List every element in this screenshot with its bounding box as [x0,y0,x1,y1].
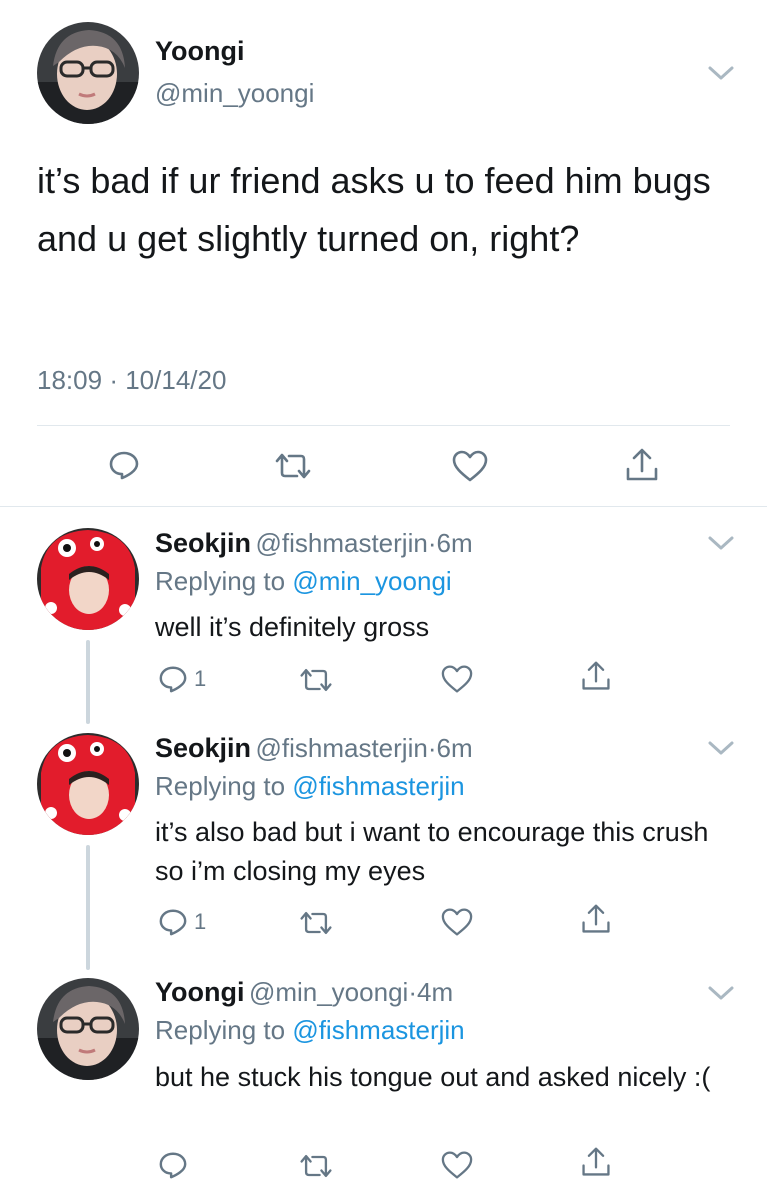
chevron-down-icon[interactable] [707,64,735,82]
retweet-button[interactable] [298,1152,334,1180]
tweet-text: it’s bad if ur friend asks u to feed him… [37,160,711,259]
like-button[interactable] [451,449,489,483]
reply-button[interactable] [108,449,140,481]
section-divider [0,506,767,507]
replying-to-link[interactable]: @fishmasterjin [292,1015,464,1045]
reply-author-handle[interactable]: @fishmasterjin [255,733,427,763]
like-icon [441,1151,473,1179]
author-avatar[interactable] [37,22,139,124]
share-button[interactable] [580,660,612,692]
reply-icon [159,909,187,936]
thread-line [86,845,90,970]
replying-to: Replying to @min_yoongi [155,566,452,597]
share-icon [582,661,610,690]
reply-icon [109,451,139,480]
replying-to-link[interactable]: @min_yoongi [292,566,451,596]
reply-time[interactable]: 6m [436,528,472,558]
tweet-date: 10/14/20 [125,365,227,395]
retweet-button[interactable] [298,666,334,694]
reply-avatar[interactable] [37,978,139,1080]
chevron-down-icon[interactable] [707,984,735,1002]
chevron-down-icon[interactable] [707,534,735,552]
reply-header: Seokjin @fishmasterjin·6m [155,733,473,764]
reply-time[interactable]: 4m [417,977,453,1007]
like-icon [452,450,488,482]
reply-count: 1 [194,909,207,934]
replying-to-link[interactable]: @fishmasterjin [292,771,464,801]
tweet-time: 18:09 [37,365,103,395]
like-icon [441,665,473,693]
share-button[interactable] [624,447,660,483]
like-icon [441,908,473,936]
reply-button[interactable]: 1 [158,907,206,937]
reply-text: but he stuck his tongue out and asked ni… [155,1062,711,1092]
replying-prefix: Replying to [155,566,286,596]
reply-text: it’s also bad but i want to encourage th… [155,817,709,886]
share-button[interactable] [580,903,612,935]
reply-time[interactable]: 6m [436,733,472,763]
share-button[interactable] [580,1146,612,1178]
retweet-icon [300,668,332,692]
chevron-down-icon[interactable] [707,739,735,757]
reply-author-name[interactable]: Seokjin [155,733,251,763]
retweet-button[interactable] [298,909,334,937]
meta-separator: · [109,365,118,395]
like-button[interactable] [440,1150,474,1180]
divider [37,425,730,426]
reply-author-name[interactable]: Seokjin [155,528,251,558]
like-button[interactable] [440,664,474,694]
thread-line [86,640,90,724]
replying-to: Replying to @fishmasterjin [155,1015,465,1046]
like-button[interactable] [440,907,474,937]
tweet-timestamp[interactable]: 18:09 · 10/14/20 [37,365,226,396]
replying-prefix: Replying to [155,771,286,801]
author-name[interactable]: Yoongi [155,36,244,67]
reply-button[interactable] [158,1150,188,1180]
reply-avatar[interactable] [37,733,139,835]
retweet-icon [300,1154,332,1178]
share-icon [582,904,610,933]
reply-text: well it’s definitely gross [155,612,430,642]
reply-author-handle[interactable]: @fishmasterjin [255,528,427,558]
reply-author-handle[interactable]: @min_yoongi [249,977,408,1007]
share-icon [582,1147,610,1176]
retweet-button[interactable] [273,451,313,481]
reply-avatar[interactable] [37,528,139,630]
author-handle[interactable]: @min_yoongi [155,78,314,109]
reply-count: 1 [194,666,207,691]
meta-separator: · [408,977,417,1007]
retweet-icon [275,453,311,479]
replying-prefix: Replying to [155,1015,286,1045]
reply-icon [159,666,187,693]
share-icon [626,448,658,481]
reply-header: Seokjin @fishmasterjin·6m [155,528,473,559]
reply-icon [159,1152,187,1179]
retweet-icon [300,911,332,935]
reply-header: Yoongi @min_yoongi·4m [155,977,453,1008]
replying-to: Replying to @fishmasterjin [155,771,465,802]
reply-author-name[interactable]: Yoongi [155,977,244,1007]
reply-button[interactable]: 1 [158,664,206,694]
